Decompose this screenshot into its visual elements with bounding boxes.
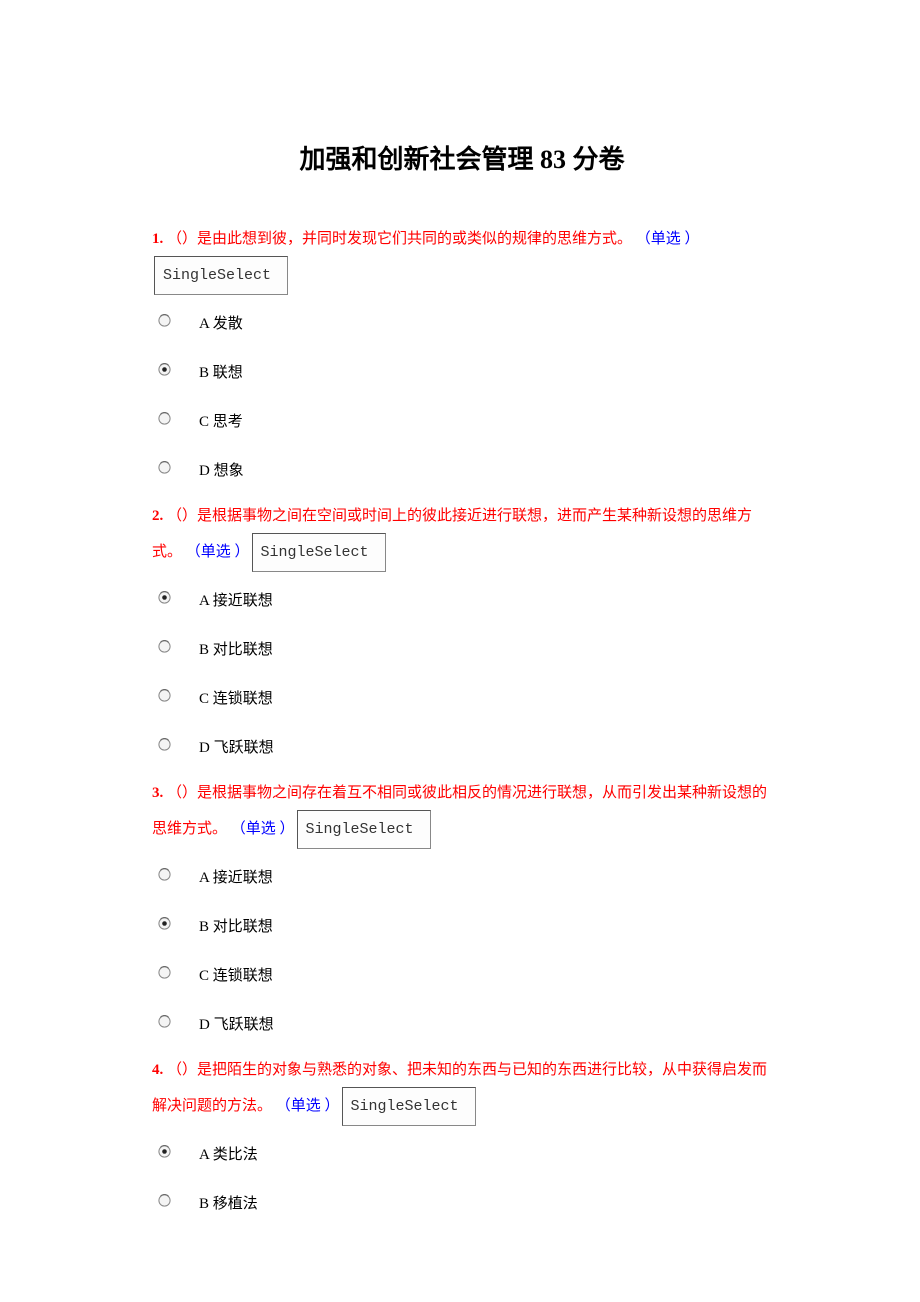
radio-icon	[158, 689, 171, 702]
radio-icon	[158, 1194, 171, 1207]
option-label: C 思考	[199, 411, 243, 434]
option-row[interactable]: B 联想	[158, 353, 772, 393]
question-type: （单选 ）	[231, 821, 295, 837]
radio-icon	[158, 314, 171, 327]
option-row[interactable]: D 飞跃联想	[158, 1005, 772, 1045]
radio-icon	[158, 966, 171, 979]
option-label: C 连锁联想	[199, 688, 273, 711]
question-prompt: 1. （）是由此想到彼，并同时发现它们共同的或类似的规律的思维方式。 （单选 ）…	[152, 223, 772, 295]
radio-icon	[158, 1145, 171, 1158]
radio-icon	[158, 461, 171, 474]
option-label: A 接近联想	[199, 590, 273, 613]
question-prompt: 3. （）是根据事物之间存在着互不相同或彼此相反的情况进行联想，从而引发出某种新…	[152, 777, 772, 849]
option-row[interactable]: D 想象	[158, 451, 772, 491]
tag-box: SingleSelect	[297, 810, 431, 849]
option-row[interactable]: B 对比联想	[158, 630, 772, 670]
radio-icon	[158, 917, 171, 930]
option-row[interactable]: C 连锁联想	[158, 956, 772, 996]
option-label: C 连锁联想	[199, 965, 273, 988]
question-prompt: 4. （）是把陌生的对象与熟悉的对象、把未知的东西与已知的东西进行比较，从中获得…	[152, 1054, 772, 1126]
option-row[interactable]: A 类比法	[158, 1135, 772, 1175]
option-row[interactable]: D 飞跃联想	[158, 728, 772, 768]
option-label: B 移植法	[199, 1193, 258, 1216]
option-label: D 想象	[199, 460, 244, 483]
question: 4. （）是把陌生的对象与熟悉的对象、把未知的东西与已知的东西进行比较，从中获得…	[152, 1054, 772, 1224]
option-label: A 类比法	[199, 1144, 258, 1167]
tag-box: SingleSelect	[252, 533, 386, 572]
radio-icon	[158, 412, 171, 425]
radio-icon	[158, 738, 171, 751]
option-label: D 飞跃联想	[199, 1014, 274, 1037]
question: 2. （）是根据事物之间在空间或时间上的彼此接近进行联想，进而产生某种新设想的思…	[152, 500, 772, 768]
page-title: 加强和创新社会管理 83 分卷	[152, 140, 772, 179]
option-label: A 发散	[199, 313, 243, 336]
radio-icon	[158, 1015, 171, 1028]
option-label: B 对比联想	[199, 639, 273, 662]
option-label: A 接近联想	[199, 867, 273, 890]
radio-icon	[158, 363, 171, 376]
radio-icon	[158, 868, 171, 881]
question-number: 1.	[152, 231, 163, 247]
option-row[interactable]: C 思考	[158, 402, 772, 442]
question-number: 3.	[152, 785, 163, 801]
question-type: （单选 ）	[276, 1098, 340, 1114]
tag-box: SingleSelect	[154, 256, 288, 295]
option-label: D 飞跃联想	[199, 737, 274, 760]
option-row[interactable]: B 对比联想	[158, 907, 772, 947]
radio-icon	[158, 591, 171, 604]
question-number: 2.	[152, 508, 163, 524]
question-number: 4.	[152, 1062, 163, 1078]
question-type: （单选 ）	[636, 231, 700, 247]
question: 3. （）是根据事物之间存在着互不相同或彼此相反的情况进行联想，从而引发出某种新…	[152, 777, 772, 1045]
question-type: （单选 ）	[186, 544, 250, 560]
questions-container: 1. （）是由此想到彼，并同时发现它们共同的或类似的规律的思维方式。 （单选 ）…	[152, 223, 772, 1224]
option-label: B 对比联想	[199, 916, 273, 939]
tag-box: SingleSelect	[342, 1087, 476, 1126]
option-row[interactable]: B 移植法	[158, 1184, 772, 1224]
question-text: （）是由此想到彼，并同时发现它们共同的或类似的规律的思维方式。	[167, 231, 632, 247]
radio-icon	[158, 640, 171, 653]
option-row[interactable]: A 接近联想	[158, 581, 772, 621]
question: 1. （）是由此想到彼，并同时发现它们共同的或类似的规律的思维方式。 （单选 ）…	[152, 223, 772, 491]
question-prompt: 2. （）是根据事物之间在空间或时间上的彼此接近进行联想，进而产生某种新设想的思…	[152, 500, 772, 572]
option-row[interactable]: A 发散	[158, 304, 772, 344]
option-label: B 联想	[199, 362, 243, 385]
option-row[interactable]: C 连锁联想	[158, 679, 772, 719]
option-row[interactable]: A 接近联想	[158, 858, 772, 898]
